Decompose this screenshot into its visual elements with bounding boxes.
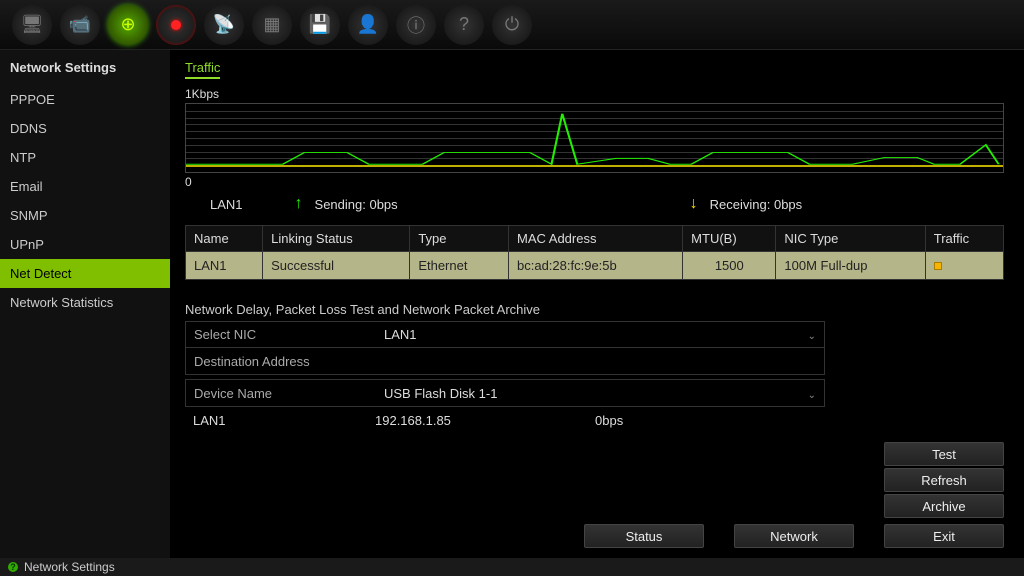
footer-text: Network Settings [24, 560, 115, 574]
th-status[interactable]: Linking Status [263, 226, 410, 252]
device-name-label: Device Name [186, 382, 376, 405]
camera-icon[interactable]: 📹 [60, 5, 100, 45]
info-icon[interactable]: ⓘ [396, 5, 436, 45]
cell-status: Successful [263, 252, 410, 280]
sidebar-heading: Network Settings [0, 50, 170, 85]
cell-nic: 100M Full-dup [776, 252, 925, 280]
sidebar-item-snmp[interactable]: SNMP [0, 201, 170, 230]
y-axis-max: 1Kbps [185, 87, 1004, 101]
sidebar-item-pppoe[interactable]: PPPOE [0, 85, 170, 114]
dest-address-input[interactable] [376, 357, 824, 365]
legend-lan: LAN1 [210, 197, 243, 212]
select-nic-value: LAN1 [384, 327, 417, 342]
test-button[interactable]: Test [884, 442, 1004, 466]
cell-type: Ethernet [410, 252, 509, 280]
device-name-value: USB Flash Disk 1-1 [384, 386, 497, 401]
cell-name: LAN1 [186, 252, 263, 280]
record-icon[interactable] [156, 5, 196, 45]
status-dot-icon: ? [8, 562, 18, 572]
status-button[interactable]: Status [584, 524, 704, 548]
network-button[interactable]: Network [734, 524, 854, 548]
cell-traffic[interactable] [925, 252, 1003, 280]
nic-info-row: LAN1 192.168.1.85 0bps [185, 413, 825, 428]
th-mtu[interactable]: MTU(B) [683, 226, 776, 252]
th-type[interactable]: Type [410, 226, 509, 252]
th-mac[interactable]: MAC Address [509, 226, 683, 252]
arrow-down-icon: ↓ [690, 195, 698, 213]
chevron-down-icon: ⌄ [808, 390, 816, 401]
traffic-chart: 1Kbps 0 LAN1 ↑ Sending: 0bps ↓ Receiving… [185, 87, 1004, 213]
sidebar-item-ntp[interactable]: NTP [0, 143, 170, 172]
info-rate: 0bps [595, 413, 745, 428]
chevron-down-icon: ⌄ [808, 331, 816, 342]
test-section-title: Network Delay, Packet Loss Test and Netw… [185, 302, 1004, 317]
th-nic[interactable]: NIC Type [776, 226, 925, 252]
cell-mtu: 1500 [683, 252, 776, 280]
info-lan: LAN1 [185, 413, 375, 428]
sensor-icon[interactable]: ▦ [252, 5, 292, 45]
select-nic-label: Select NIC [186, 323, 376, 346]
arrow-up-icon: ↑ [295, 195, 303, 213]
sidebar: Network Settings PPPOE DDNS NTP Email SN… [0, 50, 170, 558]
alarm-icon[interactable]: 📡 [204, 5, 244, 45]
main-panel: Traffic 1Kbps 0 LAN1 ↑ Sending: 0bps ↓ [170, 50, 1024, 558]
top-toolbar: 🖥 📹 ⊕ 📡 ▦ 💾 👤 ⓘ ? ⏻ [0, 0, 1024, 50]
power-icon[interactable]: ⏻ [492, 5, 532, 45]
archive-button[interactable]: Archive [884, 494, 1004, 518]
traffic-icon [934, 262, 942, 270]
select-nic-dropdown[interactable]: LAN1 ⌄ [376, 323, 824, 346]
footer-bar: ? Network Settings [0, 558, 1024, 576]
sidebar-item-email[interactable]: Email [0, 172, 170, 201]
cell-mac: bc:ad:28:fc:9e:5b [509, 252, 683, 280]
tab-traffic[interactable]: Traffic [185, 58, 220, 79]
sidebar-item-net-detect[interactable]: Net Detect [0, 259, 170, 288]
sidebar-item-upnp[interactable]: UPnP [0, 230, 170, 259]
nic-table: Name Linking Status Type MAC Address MTU… [185, 225, 1004, 280]
dest-address-label: Destination Address [186, 350, 376, 373]
legend-sending: Sending: 0bps [315, 197, 398, 212]
network-icon[interactable]: ⊕ [108, 5, 148, 45]
exit-button[interactable]: Exit [884, 524, 1004, 548]
info-ip: 192.168.1.85 [375, 413, 595, 428]
device-name-dropdown[interactable]: USB Flash Disk 1-1 ⌄ [376, 382, 824, 405]
table-row[interactable]: LAN1 Successful Ethernet bc:ad:28:fc:9e:… [186, 252, 1004, 280]
sidebar-item-ddns[interactable]: DDNS [0, 114, 170, 143]
legend-receiving: Receiving: 0bps [710, 197, 803, 212]
storage-icon[interactable]: 💾 [300, 5, 340, 45]
user-icon[interactable]: 👤 [348, 5, 388, 45]
y-axis-zero: 0 [185, 175, 1004, 189]
sidebar-item-network-statistics[interactable]: Network Statistics [0, 288, 170, 317]
th-name[interactable]: Name [186, 226, 263, 252]
refresh-button[interactable]: Refresh [884, 468, 1004, 492]
help-icon[interactable]: ? [444, 5, 484, 45]
chart-legend: LAN1 ↑ Sending: 0bps ↓ Receiving: 0bps [185, 195, 1004, 213]
th-traffic[interactable]: Traffic [925, 226, 1003, 252]
monitor-icon[interactable]: 🖥 [12, 5, 52, 45]
